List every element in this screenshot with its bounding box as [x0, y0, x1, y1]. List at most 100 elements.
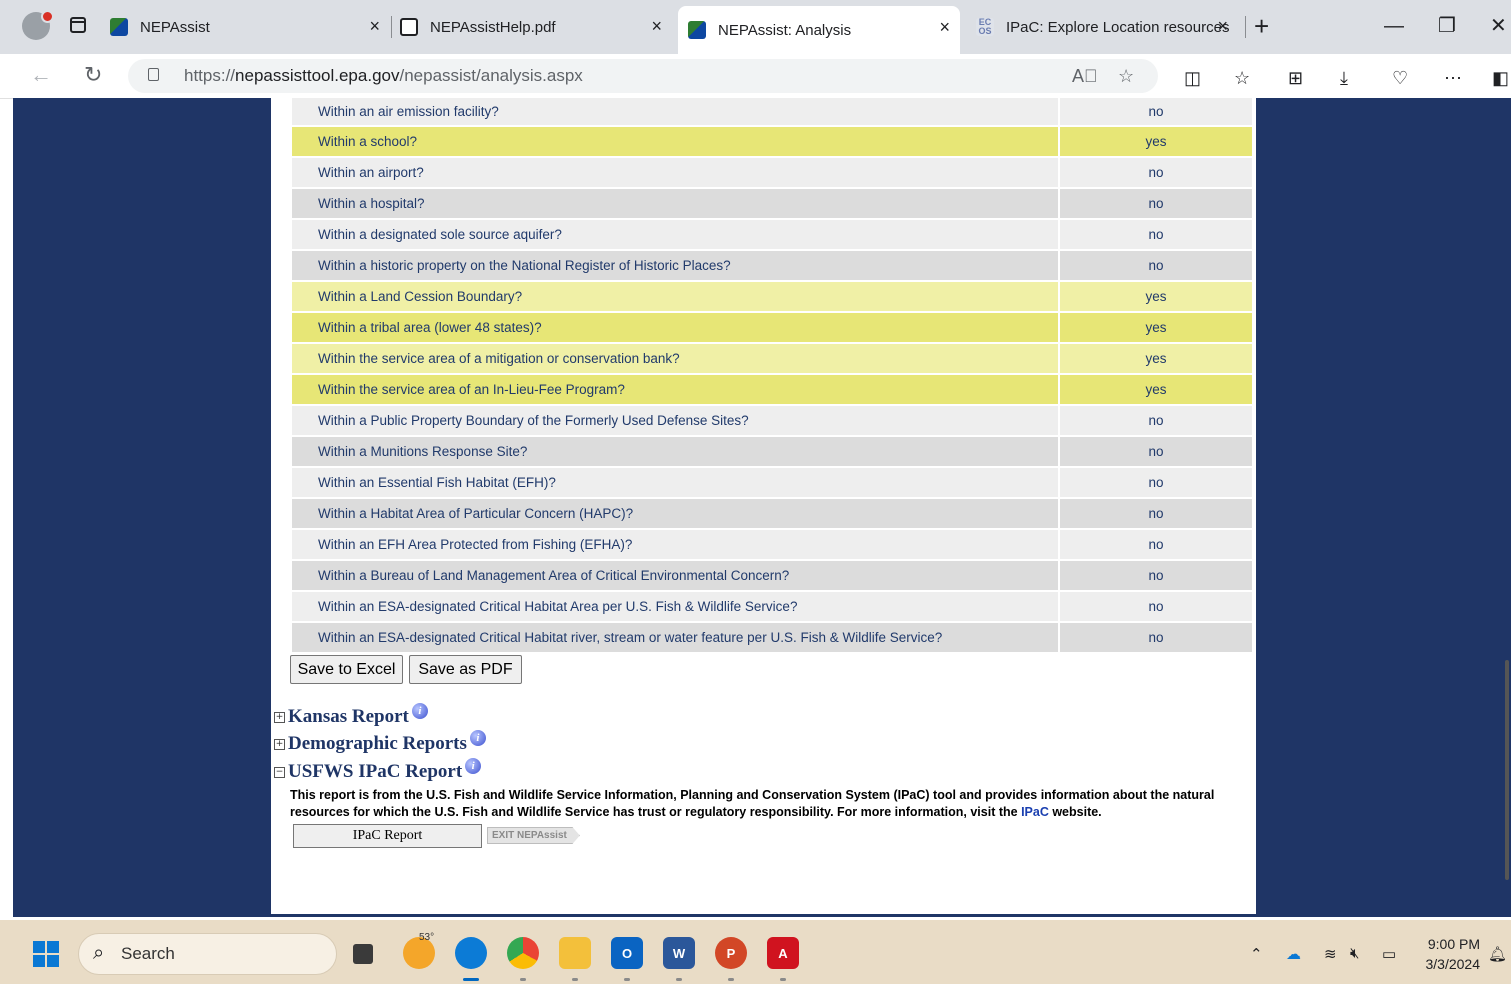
acrobat-icon[interactable]: A: [767, 937, 799, 981]
usfws-ipac-report-section[interactable]: − USFWS IPaC Report i: [274, 758, 482, 783]
chrome-icon[interactable]: [507, 937, 539, 981]
collapse-icon[interactable]: −: [274, 766, 285, 778]
show-hidden-icons-chevron-icon[interactable]: ⌃: [1250, 945, 1263, 963]
expand-icon[interactable]: +: [274, 738, 285, 750]
url-field[interactable]: https://nepassisttool.epa.gov/nepassist/…: [128, 59, 1158, 93]
report-title[interactable]: Demographic Reports: [288, 733, 467, 755]
answer-cell: no: [1060, 220, 1252, 249]
tab-nepassisthelp-pdf[interactable]: NEPAssistHelp.pdf ×: [400, 0, 672, 54]
table-row: Within an EFH Area Protected from Fishin…: [292, 530, 1252, 559]
sidebar-toggle-icon[interactable]: ◧: [1492, 68, 1509, 88]
page-viewport: Within an air emission facility? no Within…: [13, 98, 1511, 917]
volume-muted-icon[interactable]: 🔇︎: [1350, 945, 1359, 962]
split-screen-icon[interactable]: ◫: [1184, 68, 1201, 88]
more-options-icon[interactable]: ⋯: [1444, 68, 1462, 88]
answer-cell: no: [1060, 530, 1252, 559]
report-title[interactable]: USFWS IPaC Report: [288, 761, 462, 783]
answer-cell: no: [1060, 406, 1252, 435]
taskbar-search[interactable]: ⌕ Search: [78, 933, 337, 975]
windows-start-icon[interactable]: [33, 941, 59, 967]
answer-cell: yes: [1060, 313, 1252, 342]
answer-cell: no: [1060, 468, 1252, 497]
tab-nepassist[interactable]: NEPAssist ×: [110, 0, 392, 54]
favorites-icon[interactable]: ☆: [1234, 68, 1250, 88]
edge-icon[interactable]: [455, 937, 487, 981]
wifi-icon[interactable]: ≋: [1324, 945, 1337, 963]
tab-title: IPaC: Explore Location resources: [1006, 18, 1230, 36]
answer-cell: yes: [1060, 127, 1252, 156]
kansas-report-section[interactable]: + Kansas Report i: [274, 703, 428, 728]
table-row: Within the service area of an In-Lieu-Fe…: [292, 375, 1252, 404]
analysis-table: Within an air emission facility? no Within…: [292, 98, 1252, 654]
answer-cell: yes: [1060, 375, 1252, 404]
answer-cell: yes: [1060, 282, 1252, 311]
system-clock[interactable]: 9:00 PM 3/3/2024: [1412, 934, 1481, 974]
table-row: Within an ESA-designated Critical Habita…: [292, 592, 1252, 621]
tab-title: NEPAssist: [140, 18, 210, 36]
close-window-button[interactable]: ✕: [1490, 12, 1507, 40]
info-icon[interactable]: i: [465, 758, 482, 774]
tab-separator: [391, 16, 392, 38]
url-text[interactable]: https://nepassisttool.epa.gov/nepassist/…: [184, 66, 583, 86]
restore-button[interactable]: ❐: [1438, 12, 1456, 40]
file-explorer-icon[interactable]: [559, 937, 591, 981]
minimize-button[interactable]: —: [1384, 12, 1404, 40]
question-cell: Within a Habitat Area of Particular Conc…: [292, 499, 1058, 528]
close-icon[interactable]: ×: [369, 16, 380, 36]
refresh-icon[interactable]: ↻: [84, 62, 102, 88]
question-cell: Within a tribal area (lower 48 states)?: [292, 313, 1058, 342]
lock-icon[interactable]: [148, 68, 159, 81]
close-icon[interactable]: ×: [651, 16, 662, 36]
back-arrow-icon[interactable]: ←: [30, 62, 52, 88]
read-aloud-icon[interactable]: A᪲: [1072, 66, 1098, 87]
demographic-reports-section[interactable]: + Demographic Reports i: [274, 730, 486, 755]
question-cell: Within a hospital?: [292, 189, 1058, 218]
info-icon[interactable]: i: [469, 730, 486, 746]
info-icon[interactable]: i: [411, 703, 428, 719]
answer-cell: no: [1060, 251, 1252, 280]
profile-avatar[interactable]: [22, 10, 54, 40]
question-cell: Within an ESA-designated Critical Habita…: [292, 592, 1058, 621]
tab-nepassist-analysis[interactable]: NEPAssist: Analysis ×: [678, 6, 960, 54]
answer-cell: no: [1060, 592, 1252, 621]
question-cell: Within an air emission facility?: [292, 98, 1058, 125]
task-view-icon[interactable]: [353, 944, 373, 964]
collections-icon[interactable]: ⊞: [1288, 68, 1303, 88]
new-tab-button[interactable]: +: [1254, 12, 1269, 40]
question-cell: Within a Land Cession Boundary?: [292, 282, 1058, 311]
close-icon[interactable]: ×: [939, 17, 950, 37]
powerpoint-icon[interactable]: P: [715, 937, 747, 981]
table-row: Within a Bureau of Land Management Area …: [292, 561, 1252, 590]
tab-actions-icon[interactable]: [70, 17, 86, 33]
page-scrollbar[interactable]: [1505, 660, 1509, 880]
question-cell: Within the service area of an In-Lieu-Fe…: [292, 375, 1058, 404]
outlook-icon[interactable]: O: [611, 937, 643, 981]
browser-essentials-icon[interactable]: ♡: [1392, 68, 1408, 88]
downloads-icon[interactable]: ⤓: [1340, 68, 1348, 88]
report-title[interactable]: Kansas Report: [288, 706, 409, 728]
exit-nepassist-badge: EXIT NEPAssist: [487, 827, 580, 844]
table-row: Within a historic property on the Nation…: [292, 251, 1252, 280]
question-cell: Within the service area of a mitigation …: [292, 344, 1058, 373]
table-row: Within a designated sole source aquifer?…: [292, 220, 1252, 249]
ipac-report-button[interactable]: IPaC Report: [293, 824, 482, 848]
favorite-star-icon[interactable]: ☆: [1118, 66, 1134, 87]
tab-ipac[interactable]: EC OS IPaC: Explore Location resources ×: [976, 0, 1246, 54]
ipac-website-link[interactable]: IPaC: [1021, 805, 1049, 819]
expand-icon[interactable]: +: [274, 711, 285, 723]
question-cell: Within a Munitions Response Site?: [292, 437, 1058, 466]
save-to-excel-button[interactable]: Save to Excel: [290, 655, 403, 684]
search-icon: ⌕: [93, 942, 105, 964]
close-icon[interactable]: ×: [1217, 16, 1228, 36]
table-row: Within a Public Property Boundary of the…: [292, 406, 1252, 435]
document-icon: [400, 18, 418, 36]
answer-cell: no: [1060, 437, 1252, 466]
save-as-pdf-button[interactable]: Save as PDF: [409, 655, 522, 684]
notifications-bell-icon[interactable]: 🔔︎: [1488, 945, 1507, 963]
answer-cell: no: [1060, 561, 1252, 590]
tab-title: NEPAssistHelp.pdf: [430, 18, 556, 36]
question-cell: Within a designated sole source aquifer?: [292, 220, 1058, 249]
word-icon[interactable]: W: [663, 937, 695, 981]
onedrive-cloud-icon[interactable]: ☁: [1286, 945, 1301, 963]
battery-icon[interactable]: ▭: [1382, 945, 1396, 963]
